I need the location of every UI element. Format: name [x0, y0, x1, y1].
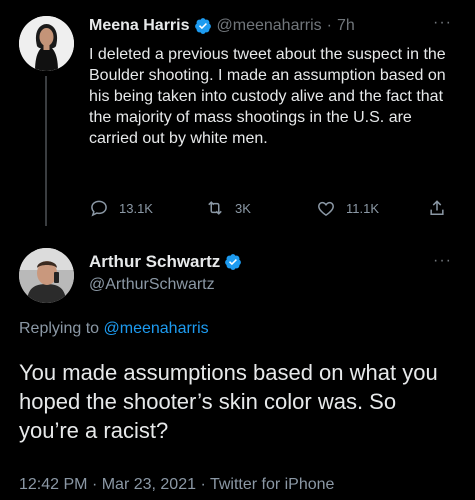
action-bar: 13.1K 3K 11.1K [89, 198, 459, 220]
tweet-time[interactable]: 7h [337, 17, 355, 35]
reply-count: 13.1K [119, 200, 153, 216]
reply-button[interactable]: 13.1K [89, 198, 153, 218]
verified-badge-icon [194, 18, 211, 34]
retweet-button[interactable]: 3K [205, 198, 251, 218]
more-icon[interactable]: ··· [433, 14, 455, 31]
tweet-source[interactable]: Twitter for iPhone [210, 476, 335, 493]
avatar[interactable] [19, 248, 74, 303]
thread-line [45, 76, 47, 226]
tweet-text: You made assumptions based on what you h… [19, 360, 438, 443]
separator: · [200, 476, 206, 493]
tweet-meta: 12:42 PM · Mar 23, 2021 · Twitter for iP… [19, 476, 334, 494]
author-handle[interactable]: @ArthurSchwartz [89, 276, 215, 294]
replying-to: Replying to @meenaharris [19, 320, 209, 338]
like-count: 11.1K [346, 200, 380, 216]
avatar[interactable] [19, 16, 74, 71]
verified-badge-icon [225, 254, 242, 270]
like-button[interactable]: 11.1K [316, 198, 379, 218]
tweet-date[interactable]: Mar 23, 2021 [102, 476, 196, 493]
author-name[interactable]: Arthur Schwartz [89, 252, 220, 272]
retweet-count: 3K [235, 200, 251, 216]
replying-to-link[interactable]: @meenaharris [104, 320, 209, 337]
tweet-text: I deleted a previous tweet about the sus… [89, 46, 446, 147]
separator: · [91, 476, 98, 493]
replying-label: Replying to [19, 320, 100, 337]
share-icon [430, 200, 444, 215]
like-icon [318, 201, 334, 216]
avatar-photo-icon [19, 248, 74, 303]
reply-icon [91, 200, 107, 217]
tweet-header: Meena Harris @meenaharris · 7h [89, 17, 355, 35]
avatar-photo-icon [19, 16, 74, 71]
author-name[interactable]: Meena Harris [89, 17, 190, 35]
more-icon[interactable]: ··· [433, 252, 455, 269]
tweet-header: Arthur Schwartz [89, 252, 242, 272]
tweet-arthur-schwartz[interactable]: Arthur Schwartz @ArthurSchwartz ··· Repl… [0, 240, 475, 500]
tweet-meena-harris[interactable]: Meena Harris @meenaharris · 7h ··· I del… [0, 0, 475, 240]
tweet-time[interactable]: 12:42 PM [19, 476, 87, 493]
separator: · [326, 17, 332, 34]
retweet-icon [208, 201, 222, 215]
share-button[interactable] [427, 198, 457, 218]
author-handle[interactable]: @meenaharris [217, 17, 322, 35]
